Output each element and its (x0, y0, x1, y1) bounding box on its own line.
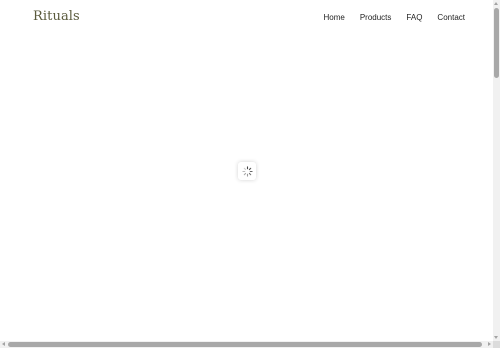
page-viewport: Rituals Home Products FAQ Contact (0, 0, 493, 341)
vertical-scroll-thumb[interactable] (494, 8, 499, 78)
scroll-down-arrow-icon[interactable] (494, 336, 498, 339)
horizontal-scroll-thumb[interactable] (8, 342, 482, 347)
scroll-up-arrow-icon[interactable] (494, 2, 498, 5)
nav-link-faq[interactable]: FAQ (406, 13, 422, 22)
main-nav: Home Products FAQ Contact (323, 13, 465, 22)
scroll-right-arrow-icon[interactable] (488, 342, 491, 346)
horizontal-scrollbar[interactable] (0, 341, 493, 348)
site-logo[interactable]: Rituals (33, 9, 80, 24)
loading-indicator (238, 162, 256, 180)
scrollbar-corner (493, 341, 500, 348)
nav-link-contact[interactable]: Contact (437, 13, 465, 22)
spinner-icon (241, 165, 253, 177)
nav-link-home[interactable]: Home (323, 13, 344, 22)
vertical-scrollbar[interactable] (493, 0, 500, 341)
scroll-left-arrow-icon[interactable] (2, 342, 5, 346)
nav-link-products[interactable]: Products (360, 13, 392, 22)
